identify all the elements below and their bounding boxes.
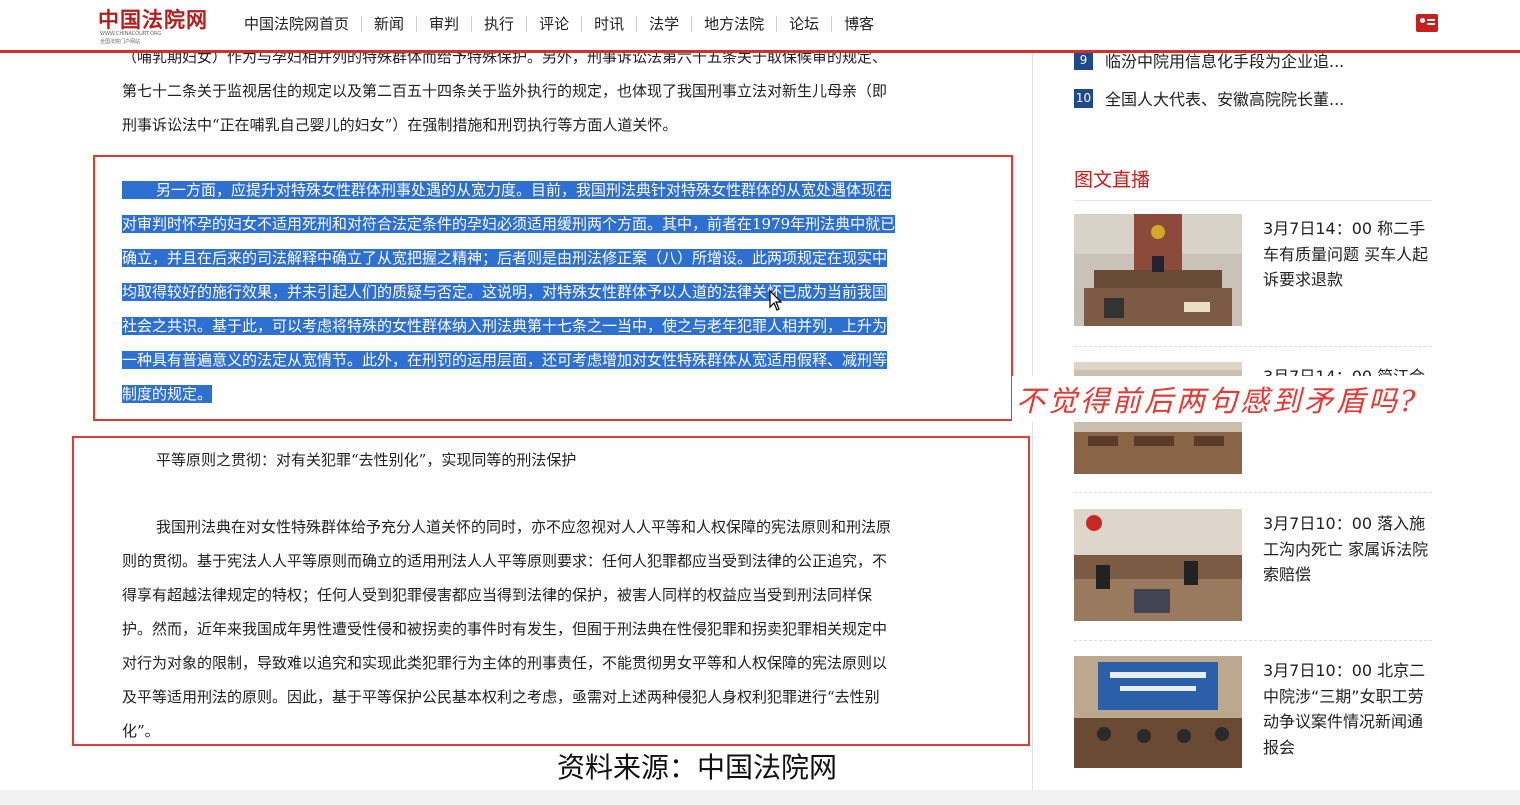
section-title-photo-live[interactable]: 图文直播 bbox=[1074, 165, 1150, 192]
article-intro-paragraph: （哺乳期妇女）作为与孕妇相并列的特殊群体而给予特殊保护。另外，刑事诉讼法第六十五… bbox=[122, 40, 996, 142]
nav-item-news[interactable]: 新闻 bbox=[362, 16, 418, 32]
nav-item-home[interactable]: 中国法院网首页 bbox=[232, 16, 363, 32]
nav-item-trial[interactable]: 审判 bbox=[417, 16, 473, 32]
logo-url: WWW.CHINACOURT.ORG bbox=[100, 31, 162, 37]
header-red-line bbox=[0, 50, 1520, 53]
article-line: 刑事诉讼法中“正在哺乳自己婴儿的妇女”）在强制措施和刑罚执行等方面人道关怀。 bbox=[122, 116, 678, 134]
annotation-box-bottom bbox=[72, 436, 1030, 746]
site-logo[interactable]: 中国法院网 WWW.CHINACOURT.ORG 全国法院门户网站 bbox=[98, 4, 208, 46]
user-card-icon[interactable] bbox=[1416, 14, 1438, 32]
nav-item-blog[interactable]: 博客 bbox=[832, 16, 886, 32]
card-divider bbox=[1074, 492, 1432, 493]
card-caption[interactable]: 3月7日10：00 北京二中院涉“三期”女职工劳动争议案件情况新闻通报会 bbox=[1263, 658, 1433, 760]
press-conference-photo[interactable] bbox=[1074, 656, 1242, 768]
nav-item-legal-studies[interactable]: 法学 bbox=[637, 16, 693, 32]
courtroom-photo[interactable] bbox=[1074, 509, 1242, 621]
rank-item-text[interactable]: 全国人大代表、安徽高院院长董... bbox=[1105, 86, 1344, 110]
source-caption: 资料来源：中国法院网 bbox=[557, 751, 838, 784]
main-nav: 中国法院网首页 新闻 审判 执行 评论 时讯 法学 地方法院 论坛 博客 bbox=[232, 0, 886, 48]
card-caption[interactable]: 3月7日14：00 简江会 bbox=[1263, 364, 1433, 376]
card-divider bbox=[1074, 346, 1432, 347]
nav-item-commentary[interactable]: 评论 bbox=[527, 16, 583, 32]
card-caption[interactable]: 3月7日14：00 称二手车有质量问题 买车人起诉要求退款 bbox=[1263, 216, 1433, 293]
nav-item-local-courts[interactable]: 地方法院 bbox=[692, 16, 778, 32]
card-divider bbox=[1074, 640, 1432, 641]
nav-item-execution[interactable]: 执行 bbox=[472, 16, 528, 32]
logo-tagline: 全国法院门户网站 bbox=[100, 39, 141, 45]
logo-text: 中国法院网 bbox=[98, 7, 208, 32]
annotation-box-top bbox=[93, 155, 1013, 421]
top-navigation-bar: 中国法院网 WWW.CHINACOURT.ORG 全国法院门户网站 中国法院网首… bbox=[0, 0, 1520, 52]
article-line: 第七十二条关于监视居住的规定以及第二百五十四条关于监外执行的规定，也体现了我国刑… bbox=[122, 82, 888, 100]
bottom-band bbox=[0, 790, 1520, 805]
annotation-text: 不觉得前后两句感到矛盾吗? bbox=[1012, 376, 1423, 422]
courtroom-photo[interactable] bbox=[1074, 214, 1242, 326]
card-caption[interactable]: 3月7日10：00 落入施工沟内死亡 家属诉法院索赔偿 bbox=[1263, 511, 1433, 588]
rank-item[interactable]: 10 全国人大代表、安徽高院院长董... bbox=[1074, 86, 1344, 110]
rank-number: 9 bbox=[1074, 50, 1093, 70]
section-underline bbox=[1074, 200, 1432, 201]
rank-number: 10 bbox=[1074, 88, 1093, 108]
nav-item-forum[interactable]: 论坛 bbox=[777, 16, 833, 32]
nav-item-bulletin[interactable]: 时讯 bbox=[582, 16, 638, 32]
